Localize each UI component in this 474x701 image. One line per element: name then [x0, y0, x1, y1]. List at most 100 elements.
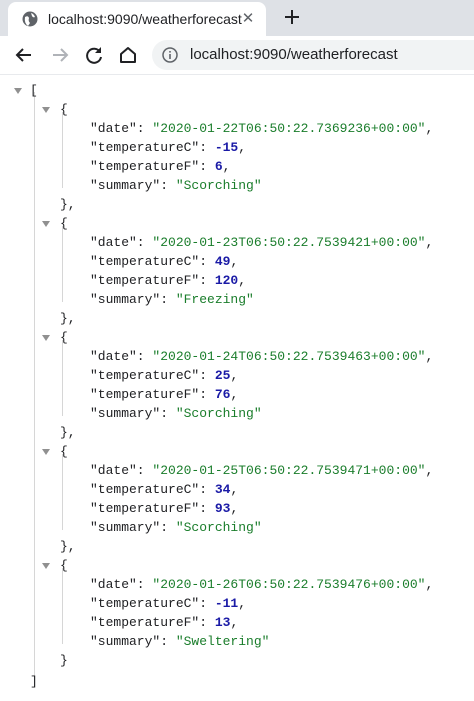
collapse-triangle-icon[interactable]	[42, 449, 50, 455]
collapse-triangle-icon[interactable]	[14, 88, 22, 94]
json-line-temperaturec: "temperatureC": 34,	[90, 480, 238, 499]
collapse-triangle-icon[interactable]	[42, 107, 50, 113]
json-number-value: 93	[214, 501, 231, 516]
json-comma: ,	[230, 615, 239, 630]
forward-arrow-icon[interactable]	[48, 43, 72, 67]
json-comma: ,	[238, 596, 247, 611]
home-icon[interactable]	[116, 43, 140, 67]
json-line-summary: "summary": "Sweltering"	[90, 632, 269, 651]
json-comma: ,	[222, 159, 231, 174]
json-viewer: [ { "date": "2020-01-22T06:50:22.7369236…	[0, 75, 474, 701]
json-line-temperaturef: "temperatureF": 13,	[90, 613, 238, 632]
json-key: "date":	[90, 235, 153, 250]
json-comma: ,	[425, 349, 434, 364]
array-open-bracket: [	[30, 83, 38, 98]
json-string-value: "2020-01-26T06:50:22.7539476+00:00"	[152, 577, 426, 592]
json-key: "date":	[90, 121, 153, 136]
json-comma: ,	[230, 254, 239, 269]
json-key: "date":	[90, 463, 153, 478]
collapse-triangle-icon[interactable]	[42, 221, 50, 227]
json-key: "summary":	[90, 406, 176, 421]
array-close-bracket: ]	[30, 674, 38, 689]
json-string-value: "2020-01-24T06:50:22.7539463+00:00"	[152, 349, 426, 364]
browser-tab[interactable]: localhost:9090/weatherforecast ✕	[8, 2, 266, 36]
plus-icon[interactable]	[280, 5, 304, 29]
tab-strip: localhost:9090/weatherforecast ✕	[0, 0, 474, 36]
json-key: "temperatureC":	[90, 140, 215, 155]
globe-icon	[22, 11, 38, 27]
json-line-date: "date": "2020-01-26T06:50:22.7539476+00:…	[90, 575, 433, 594]
object-open-brace: {	[60, 330, 68, 345]
json-string-value: "Scorching"	[175, 406, 262, 421]
json-line-temperaturef: "temperatureF": 76,	[90, 385, 238, 404]
json-key: "summary":	[90, 634, 176, 649]
json-number-value: 49	[214, 254, 231, 269]
url-text[interactable]: localhost:9090/weatherforecast	[190, 46, 398, 63]
indent-guide	[34, 92, 35, 680]
json-string-value: "Sweltering"	[175, 634, 270, 649]
collapse-triangle-icon[interactable]	[42, 563, 50, 569]
object-open-brace: {	[60, 444, 68, 459]
json-line-temperaturec: "temperatureC": 49,	[90, 252, 238, 271]
json-number-value: 76	[214, 387, 231, 402]
json-line-summary: "summary": "Scorching"	[90, 404, 262, 423]
reload-icon[interactable]	[82, 43, 106, 67]
indent-guide	[62, 454, 63, 530]
json-line-date: "date": "2020-01-22T06:50:22.7369236+00:…	[90, 119, 433, 138]
json-number-value: -11	[214, 596, 239, 611]
json-string-value: "Scorching"	[175, 178, 262, 193]
json-string-value: "2020-01-25T06:50:22.7539471+00:00"	[152, 463, 426, 478]
json-number-value: 6	[214, 159, 223, 174]
json-string-value: "Scorching"	[175, 520, 262, 535]
json-line-temperaturef: "temperatureF": 120,	[90, 271, 246, 290]
json-number-value: 34	[214, 482, 231, 497]
json-line-temperaturec: "temperatureC": 25,	[90, 366, 238, 385]
json-line-temperaturef: "temperatureF": 93,	[90, 499, 238, 518]
json-line-temperaturec: "temperatureC": -11,	[90, 594, 246, 613]
object-close-brace: }	[60, 653, 68, 668]
object-open-brace: {	[60, 102, 68, 117]
json-string-value: "2020-01-23T06:50:22.7539421+00:00"	[152, 235, 426, 250]
json-line-temperaturec: "temperatureC": -15,	[90, 138, 246, 157]
json-line-temperaturef: "temperatureF": 6,	[90, 157, 230, 176]
json-comma: ,	[425, 235, 434, 250]
indent-guide	[62, 226, 63, 302]
close-icon[interactable]: ✕	[240, 11, 256, 27]
json-key: "temperatureF":	[90, 159, 215, 174]
json-number-value: 13	[214, 615, 231, 630]
json-key: "temperatureF":	[90, 387, 215, 402]
collapse-triangle-icon[interactable]	[42, 335, 50, 341]
json-comma: ,	[230, 387, 239, 402]
json-key: "summary":	[90, 292, 176, 307]
indent-guide	[62, 112, 63, 188]
json-key: "temperatureC":	[90, 368, 215, 383]
back-arrow-icon[interactable]	[12, 43, 36, 67]
json-key: "temperatureC":	[90, 254, 215, 269]
json-number-value: 25	[214, 368, 231, 383]
object-close-brace: },	[60, 311, 76, 326]
json-key: "summary":	[90, 520, 176, 535]
json-line-summary: "summary": "Scorching"	[90, 518, 262, 537]
browser-toolbar: localhost:9090/weatherforecast	[0, 36, 474, 75]
json-key: "temperatureC":	[90, 596, 215, 611]
object-close-brace: },	[60, 197, 76, 212]
indent-guide	[62, 340, 63, 416]
json-number-value: -15	[214, 140, 239, 155]
json-key: "temperatureF":	[90, 501, 215, 516]
json-comma: ,	[230, 501, 239, 516]
json-comma: ,	[230, 482, 239, 497]
info-icon[interactable]	[162, 47, 178, 63]
json-string-value: "Freezing"	[175, 292, 254, 307]
json-key: "date":	[90, 577, 153, 592]
json-key: "summary":	[90, 178, 176, 193]
tab-title: localhost:9090/weatherforecast	[48, 11, 242, 27]
json-string-value: "2020-01-22T06:50:22.7369236+00:00"	[152, 121, 426, 136]
json-comma: ,	[425, 121, 434, 136]
object-close-brace: },	[60, 425, 76, 440]
json-number-value: 120	[214, 273, 239, 288]
object-close-brace: },	[60, 539, 76, 554]
json-comma: ,	[230, 368, 239, 383]
address-bar[interactable]: localhost:9090/weatherforecast	[152, 40, 474, 70]
json-line-date: "date": "2020-01-24T06:50:22.7539463+00:…	[90, 347, 433, 366]
object-open-brace: {	[60, 558, 68, 573]
